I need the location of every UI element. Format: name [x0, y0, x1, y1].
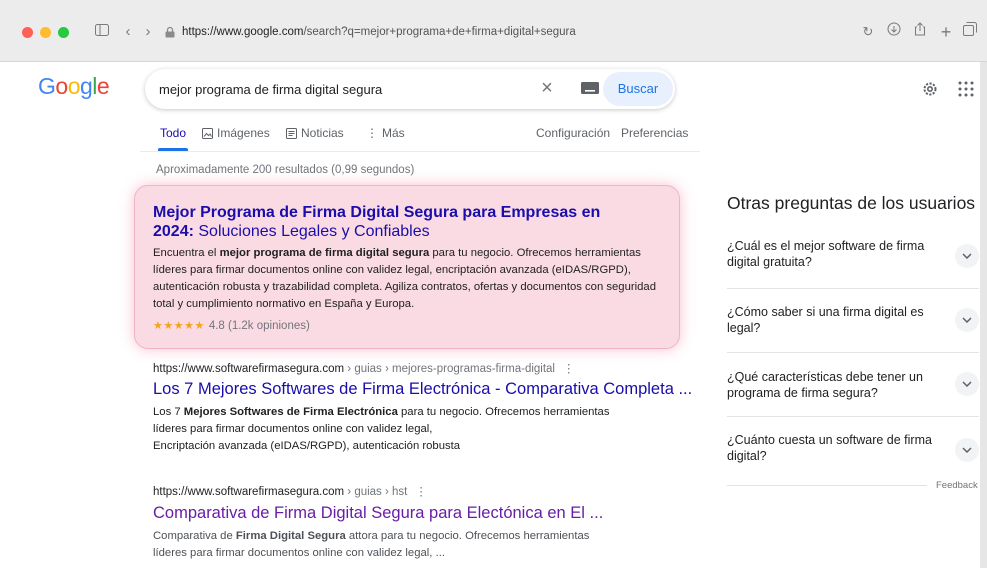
tab-todo[interactable]: Todo — [160, 126, 186, 140]
tab-configuracion-label: Configuración — [536, 126, 611, 140]
search-button[interactable]: Buscar — [603, 72, 673, 106]
tab-configuracion[interactable]: Configuración — [536, 126, 610, 140]
result-2-url-host: https://www.softwarefirmasegura.com — [153, 486, 345, 498]
result-1-title-link[interactable]: Los 7 Mejores Softwares de Firma Electró… — [153, 380, 692, 399]
ad-title-rest: Soluciones Legales y Confiables — [193, 223, 430, 240]
result-1-url-host: https://www.softwarefirmasegura.com — [153, 363, 345, 375]
ad-rating: ★★★★★ 4.8 (1.2k opiniones) — [153, 319, 310, 333]
tab-noticias[interactable]: Noticias — [286, 126, 344, 140]
paa-question-text: ¿Qué características debe tener un progr… — [727, 370, 923, 400]
ad-description: Encuentra el mejor programa de firma dig… — [153, 245, 673, 313]
new-tab-icon[interactable]: + — [936, 22, 956, 42]
sidebar-icon[interactable] — [92, 22, 112, 42]
paa-divider — [727, 288, 979, 289]
ad-title-link[interactable]: Mejor Programa de Firma Digital Segura p… — [153, 203, 623, 241]
paa-question-text: ¿Cuánto cuesta un software de firma digi… — [727, 433, 932, 463]
minimize-window-button[interactable] — [40, 27, 51, 38]
tab-mas-label: Más — [382, 126, 405, 140]
keyboard-icon[interactable] — [581, 82, 599, 94]
google-logo[interactable]: Google — [38, 73, 110, 100]
result-2-title-link[interactable]: Comparativa de Firma Digital Segura para… — [153, 504, 603, 523]
forward-icon[interactable]: › — [138, 22, 158, 42]
paa-divider — [727, 352, 979, 353]
tab-overview-icon[interactable] — [960, 22, 980, 42]
paa-question-4[interactable]: ¿Cuánto cuesta un software de firma digi… — [727, 432, 979, 472]
paa-divider — [727, 416, 979, 417]
clear-search-icon[interactable]: × — [537, 78, 557, 98]
tab-mas[interactable]: ⋮ Más — [366, 126, 405, 140]
result-1-snippet-line3: Encriptación avanzada (eIDAS/RGPD), aute… — [153, 440, 461, 452]
result-2-snippet-bold: Firma Digital Segura — [235, 530, 346, 542]
news-icon — [286, 127, 297, 139]
result-1-url[interactable]: https://www.softwarefirmasegura.com › gu… — [153, 361, 575, 375]
chevron-down-icon[interactable] — [955, 438, 979, 462]
more-options-icon[interactable]: ⋮ — [563, 363, 575, 375]
address-bar[interactable]: https://www.google.com/search?q=mejor+pr… — [165, 21, 840, 43]
feedback-link[interactable]: Feedback — [936, 480, 978, 491]
browser-toolbar: ‹ › https://www.google.com/search?q=mejo… — [0, 0, 987, 62]
image-icon — [202, 127, 213, 139]
chevron-down-icon[interactable] — [955, 308, 979, 332]
paa-question-2[interactable]: ¿Cómo saber si una firma digital es lega… — [727, 304, 979, 344]
lock-icon — [165, 26, 175, 37]
close-window-button[interactable] — [22, 27, 33, 38]
paa-divider — [727, 485, 927, 486]
back-icon[interactable]: ‹ — [118, 22, 138, 42]
url-host: https://www.google.com — [182, 26, 304, 38]
result-2-url-path: › guias › hst — [344, 486, 408, 498]
rating-text: 4.8 (1.2k opiniones) — [208, 319, 310, 332]
result-1-snippet: Los 7 Mejores Softwares de Firma Electró… — [153, 404, 633, 455]
result-2-snippet-pre: Comparativa de — [153, 530, 236, 542]
chevron-down-icon[interactable] — [955, 244, 979, 268]
rating-stars-icon: ★★★★★ — [153, 320, 205, 332]
tab-imagenes-label: Imágenes — [217, 126, 270, 140]
paa-question-text: ¿Cómo saber si una firma digital es lega… — [727, 305, 924, 335]
result-2-snippet: Comparativa de Firma Digital Segura atto… — [153, 528, 623, 562]
url-path: /search?q=mejor+programa+de+firma+digita… — [303, 26, 576, 38]
window-edge — [980, 62, 987, 568]
result-1-snippet-pre: Los 7 — [153, 406, 184, 418]
share-icon[interactable] — [910, 22, 930, 42]
result-2-url[interactable]: https://www.softwarefirmasegura.com › gu… — [153, 484, 427, 498]
paa-question-text: ¿Cuál es el mejor software de firma digi… — [727, 239, 925, 269]
settings-gear-icon[interactable] — [921, 80, 939, 98]
tab-noticias-label: Noticias — [301, 126, 344, 140]
reload-icon[interactable]: ↻ — [858, 22, 878, 42]
ad-desc-pre: Encuentra el — [153, 247, 220, 259]
zoom-window-button[interactable] — [58, 27, 69, 38]
paa-question-1[interactable]: ¿Cuál es el mejor software de firma digi… — [727, 238, 979, 278]
tab-preferencias[interactable]: Preferencias — [621, 126, 688, 140]
result-1-snippet-bold: Mejores Softwares de Firma Electrónica — [183, 406, 398, 418]
more-options-icon[interactable]: ⋮ — [415, 486, 427, 498]
result-stats: Aproximadamente 200 resultados (0,99 seg… — [156, 164, 415, 176]
apps-grid-icon[interactable] — [957, 80, 975, 98]
download-icon[interactable] — [884, 22, 904, 42]
tab-preferencias-label: Preferencias — [621, 126, 689, 140]
paa-question-3[interactable]: ¿Qué características debe tener un progr… — [727, 369, 979, 409]
paa-heading: Otras preguntas de los usuarios — [727, 193, 976, 213]
search-input[interactable] — [159, 69, 519, 109]
tab-imagenes[interactable]: Imágenes — [202, 126, 270, 140]
result-1-url-path: › guias › mejores-programas-firma-digita… — [344, 363, 555, 375]
chevron-down-icon[interactable] — [955, 372, 979, 396]
more-vert-icon: ⋮ — [366, 126, 378, 140]
tab-todo-label: Todo — [160, 126, 187, 140]
ad-desc-bold: mejor programa de firma digital segura — [219, 247, 430, 259]
tabs-divider — [140, 151, 700, 152]
